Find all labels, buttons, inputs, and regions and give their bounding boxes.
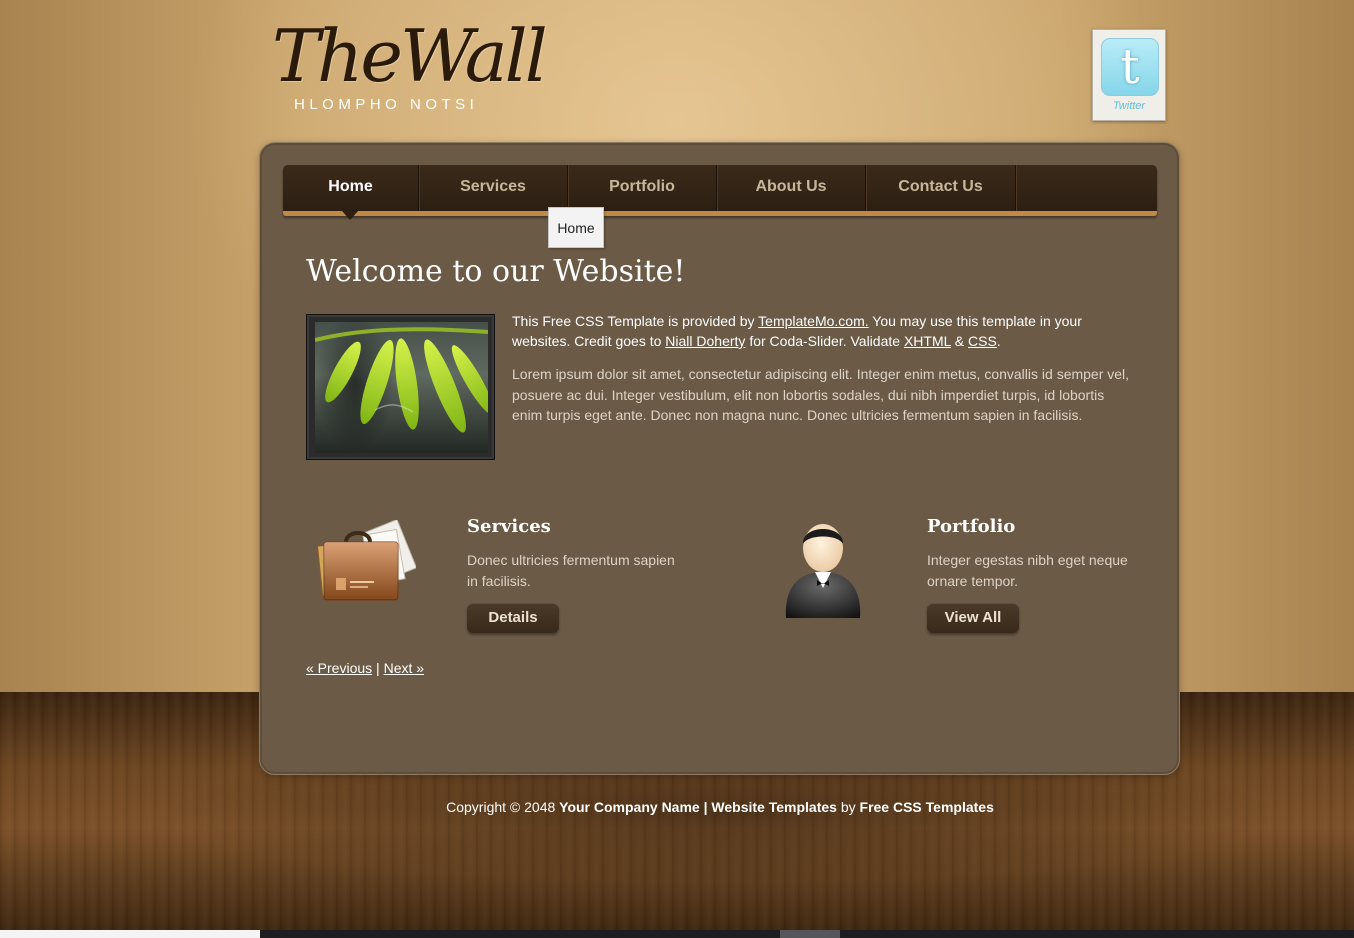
user-icon	[782, 516, 864, 622]
nav-item-about-us[interactable]: About Us	[717, 165, 866, 211]
nav-active-pointer	[342, 211, 358, 220]
footer-copyright: Copyright © 2048	[446, 799, 560, 815]
details-button[interactable]: Details	[467, 603, 559, 633]
footer-website-templates[interactable]: Website Templates	[711, 799, 837, 815]
portfolio-text: Integer egestas nibh eget neque ornare t…	[927, 552, 1128, 589]
portfolio-title: Portfolio	[927, 516, 1016, 537]
lorem-paragraph: Lorem ipsum dolor sit amet, consectetur …	[512, 366, 1130, 423]
footer-by: by	[836, 799, 860, 815]
twitter-label: Twitter	[1112, 100, 1146, 112]
intro-text-5: .	[996, 333, 1001, 349]
twitter-link[interactable]: t Twitter	[1092, 29, 1166, 121]
pager-separator: |	[376, 660, 380, 676]
pager: « Previous | Next »	[306, 660, 424, 676]
briefcase-icon	[312, 518, 418, 606]
site-logo-subtitle: HLOMPHO NOTSI	[294, 96, 479, 113]
xhtml-link[interactable]: XHTML	[904, 333, 951, 349]
intro-paragraph: This Free CSS Template is provided by Te…	[512, 311, 1132, 351]
previous-link[interactable]: « Previous	[306, 660, 372, 676]
intro-text-3: for Coda-Slider. Validate	[745, 333, 904, 349]
footer: Copyright © 2048 Your Company Name | Web…	[0, 799, 1354, 815]
twitter-glyph: t	[1120, 39, 1140, 95]
plant-illustration	[315, 327, 488, 433]
niall-doherty-link[interactable]: Niall Doherty	[665, 333, 745, 349]
css-link[interactable]: CSS	[968, 333, 997, 349]
featured-image-frame	[306, 314, 495, 460]
page-title: Welcome to our Website!	[306, 254, 686, 289]
footer-company: Your Company Name	[559, 799, 700, 815]
view-all-button[interactable]: View All	[927, 603, 1019, 633]
nav-item-home[interactable]: Home	[283, 165, 419, 211]
services-text: Donec ultricies fermentum sapien in faci…	[467, 552, 675, 589]
taskbar-strip	[0, 930, 1354, 938]
next-link[interactable]: Next »	[384, 660, 424, 676]
nav-tooltip: Home	[548, 207, 604, 248]
nav-item-contact-us[interactable]: Contact Us	[866, 165, 1016, 211]
footer-separator: |	[699, 799, 712, 815]
featured-image	[315, 322, 488, 453]
footer-free-css-templates[interactable]: Free CSS Templates	[860, 799, 994, 815]
services-title: Services	[467, 516, 551, 537]
main-nav: Home Services Portfolio About Us Contact…	[283, 165, 1157, 220]
taskbar-left-segment	[0, 930, 260, 938]
nav-item-services[interactable]: Services	[419, 165, 568, 211]
templatemo-link[interactable]: TemplateMo.com.	[758, 313, 868, 329]
intro-text-1: This Free CSS Template is provided by	[512, 313, 759, 329]
intro-text-4: &	[950, 333, 968, 349]
nav-item-portfolio[interactable]: Portfolio	[568, 165, 717, 211]
taskbar-active-segment	[780, 930, 840, 938]
site-logo-title[interactable]: TheWall	[272, 14, 548, 98]
twitter-icon: t	[1101, 38, 1159, 96]
